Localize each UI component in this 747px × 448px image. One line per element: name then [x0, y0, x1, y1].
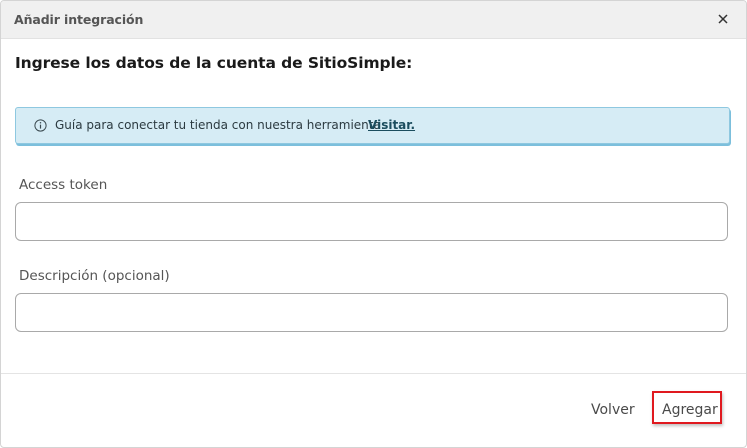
add-button[interactable]: Agregar [662, 402, 718, 418]
add-button-highlight: Agregar [652, 391, 722, 424]
footer-divider [1, 373, 746, 374]
close-icon[interactable] [716, 12, 730, 26]
visit-link[interactable]: Visitar. [368, 118, 415, 132]
add-integration-dialog: Añadir integración Ingrese los datos de … [0, 0, 747, 448]
info-alert: Guía para conectar tu tienda con nuestra… [15, 107, 730, 144]
description-input[interactable] [15, 293, 728, 332]
access-token-input[interactable] [15, 202, 728, 241]
description-label: Descripción (opcional) [19, 268, 170, 284]
form-subtitle: Ingrese los datos de la cuenta de SitioS… [15, 54, 413, 72]
info-alert-text: Guía para conectar tu tienda con nuestra… [55, 118, 385, 132]
back-button[interactable]: Volver [591, 402, 635, 418]
dialog-title: Añadir integración [14, 12, 144, 27]
info-icon [34, 119, 47, 132]
access-token-label: Access token [19, 177, 108, 193]
dialog-header: Añadir integración [1, 1, 746, 39]
